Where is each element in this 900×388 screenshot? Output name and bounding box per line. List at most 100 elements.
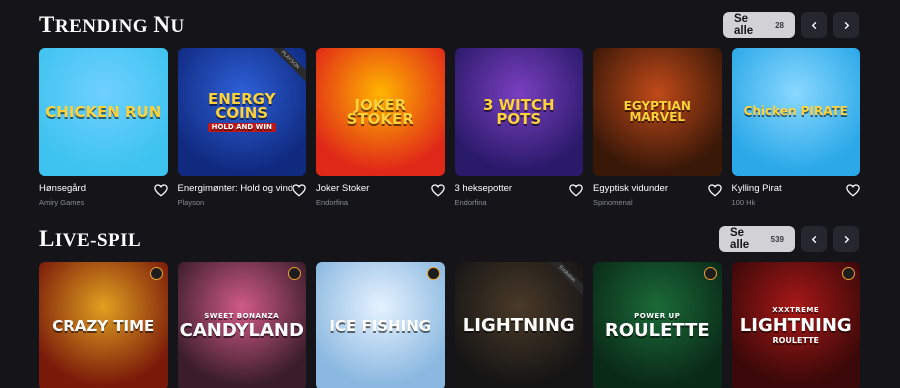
trending-controls: Se alle 28 bbox=[723, 12, 859, 38]
game-card[interactable]: 3 WITCH POTS 3 heksepotter Endorfina bbox=[454, 48, 584, 207]
provider-ribbon: Evolution bbox=[542, 262, 583, 299]
chevron-right-icon bbox=[844, 235, 849, 243]
game-name[interactable]: Egyptisk vidunder bbox=[593, 183, 708, 194]
game-meta: Joker Stoker Endorfina bbox=[316, 183, 445, 207]
heart-icon[interactable] bbox=[292, 184, 306, 197]
live-row: CRAZY TIME SWEET BONANZA CANDYLAND ICE FISH… bbox=[39, 262, 860, 388]
trending-header: TRENDING NU Se alle 28 bbox=[39, 11, 859, 39]
game-thumbnail[interactable]: ENERGY COINS HOLD AND WIN PLAYSON bbox=[177, 48, 307, 176]
game-thumbnail[interactable]: POWER UP ROULETTE bbox=[593, 262, 722, 388]
heart-icon[interactable] bbox=[153, 184, 168, 197]
provider-badge-icon bbox=[426, 267, 440, 280]
provider-badge-icon bbox=[149, 267, 163, 280]
game-art: SWEET BONANZA CANDYLAND bbox=[178, 311, 307, 342]
heart-icon[interactable] bbox=[430, 184, 445, 197]
game-card[interactable]: SWEET BONANZA CANDYLAND bbox=[177, 262, 307, 388]
game-name[interactable]: 3 heksepotter bbox=[455, 183, 570, 194]
game-art-subtitle: POWER UP bbox=[634, 311, 681, 320]
game-text: Joker Stoker Endorfina bbox=[316, 183, 431, 207]
game-card[interactable]: LIGHTNING Evolution bbox=[454, 262, 583, 388]
trending-see-all-button[interactable]: Se alle 28 bbox=[723, 12, 795, 38]
game-text: Energimønter: Hold og vind Playson bbox=[178, 183, 293, 207]
game-thumbnail[interactable]: 3 WITCH POTS bbox=[454, 48, 584, 176]
game-card[interactable]: CHICKEN RUN Hønsegård Amiry Games bbox=[39, 48, 168, 207]
game-art-title: LIGHTNING bbox=[739, 314, 852, 336]
game-thumbnail[interactable]: EGYPTIAN MARVEL bbox=[593, 48, 722, 176]
game-art: CHICKEN RUN bbox=[39, 102, 167, 121]
provider-badge-icon bbox=[842, 267, 855, 280]
see-all-label: Se alle bbox=[730, 227, 750, 251]
game-card[interactable]: CRAZY TIME bbox=[39, 262, 168, 388]
game-text: Kylling Pirat 100 Hk bbox=[732, 183, 847, 207]
game-art: ENERGY COINS HOLD AND WIN bbox=[178, 89, 307, 133]
game-card[interactable]: ICE FISHING bbox=[316, 262, 445, 388]
game-card[interactable]: POWER UP ROULETTE bbox=[593, 262, 722, 388]
trending-next-button[interactable] bbox=[833, 12, 859, 38]
trending-prev-button[interactable] bbox=[801, 12, 827, 38]
live-header: LIVE-SPIL Se alle 539 bbox=[39, 225, 859, 253]
game-art: POWER UP ROULETTE bbox=[599, 311, 716, 342]
game-art-title: CRAZY TIME bbox=[52, 316, 155, 335]
game-meta: Kylling Pirat 100 Hk bbox=[732, 183, 861, 207]
game-art-subtitle: SWEET BONANZA bbox=[204, 311, 280, 320]
game-art-subtitle: HOLD AND WIN bbox=[207, 123, 276, 133]
game-thumbnail[interactable]: Chicken PIRATE bbox=[731, 48, 860, 176]
game-thumbnail[interactable]: CHICKEN RUN bbox=[39, 48, 168, 176]
see-all-label: Se alle bbox=[734, 13, 754, 37]
game-name[interactable]: Kylling Pirat bbox=[732, 183, 847, 194]
game-art-title: Chicken PIRATE bbox=[743, 104, 848, 119]
live-next-button[interactable] bbox=[833, 226, 859, 252]
game-art-title: ROULETTE bbox=[604, 320, 710, 342]
game-text: 3 heksepotter Endorfina bbox=[455, 183, 570, 207]
live-prev-button[interactable] bbox=[801, 226, 827, 252]
game-card[interactable]: JOKER STOKER Joker Stoker Endorfina bbox=[316, 48, 445, 207]
trending-title: TRENDING NU bbox=[39, 12, 185, 37]
game-thumbnail[interactable]: SWEET BONANZA CANDYLAND bbox=[177, 262, 307, 388]
game-card[interactable]: XXXTREME LIGHTNING ROULETTE bbox=[731, 262, 860, 388]
heart-icon[interactable] bbox=[846, 184, 860, 197]
game-art: JOKER STOKER bbox=[316, 95, 445, 128]
game-art-title: CANDYLAND bbox=[179, 320, 304, 342]
game-card[interactable]: ENERGY COINS HOLD AND WIN PLAYSON Energimøn… bbox=[177, 48, 307, 207]
game-art: ICE FISHING bbox=[323, 318, 437, 333]
game-name[interactable]: Energimønter: Hold og vind bbox=[178, 183, 293, 194]
game-art-subtitle-2: ROULETTE bbox=[772, 336, 820, 346]
game-art: CRAZY TIME bbox=[46, 316, 160, 335]
game-thumbnail[interactable]: CRAZY TIME bbox=[39, 262, 168, 388]
game-art-title: JOKER STOKER bbox=[346, 95, 414, 128]
chevron-left-icon bbox=[811, 21, 816, 29]
game-provider: Endorfina bbox=[316, 198, 349, 207]
game-meta: Energimønter: Hold og vind Playson bbox=[178, 183, 307, 207]
heart-icon[interactable] bbox=[569, 184, 583, 197]
game-thumbnail[interactable]: XXXTREME LIGHTNING ROULETTE bbox=[731, 262, 860, 388]
game-art-title: 3 WITCH POTS bbox=[482, 95, 555, 128]
game-card[interactable]: Chicken PIRATE Kylling Pirat 100 Hk bbox=[731, 48, 861, 207]
game-art-title: CHICKEN RUN bbox=[45, 102, 162, 121]
game-thumbnail[interactable]: LIGHTNING Evolution bbox=[454, 262, 583, 388]
chevron-right-icon bbox=[844, 21, 849, 29]
game-provider: Amiry Games bbox=[39, 198, 85, 207]
game-provider: 100 Hk bbox=[731, 198, 756, 207]
game-art: Chicken PIRATE bbox=[738, 104, 854, 119]
live-see-all-button[interactable]: Se alle 539 bbox=[719, 226, 795, 252]
game-art-title: ENERGY COINS bbox=[208, 89, 276, 123]
see-all-count: 28 bbox=[775, 20, 784, 30]
game-art: XXXTREME LIGHTNING ROULETTE bbox=[734, 307, 858, 344]
game-thumbnail[interactable]: JOKER STOKER bbox=[316, 48, 445, 176]
game-art: LIGHTNING bbox=[457, 315, 581, 337]
game-name[interactable]: Hønsegård bbox=[39, 183, 154, 194]
game-art: 3 WITCH POTS bbox=[455, 95, 584, 128]
heart-icon[interactable] bbox=[707, 184, 722, 197]
game-art-title: LIGHTNING bbox=[462, 315, 575, 337]
game-meta: Egyptisk vidunder Spinomenal bbox=[593, 183, 722, 207]
game-meta: Hønsegård Amiry Games bbox=[39, 183, 168, 207]
trending-row: CHICKEN RUN Hønsegård Amiry Games ENERGY CO… bbox=[39, 48, 860, 207]
game-art-subtitle: XXXTREME bbox=[772, 306, 820, 315]
provider-ribbon: PLAYSON bbox=[265, 48, 306, 85]
game-name[interactable]: Joker Stoker bbox=[316, 183, 431, 194]
live-title: LIVE-SPIL bbox=[39, 226, 142, 251]
game-thumbnail[interactable]: ICE FISHING bbox=[316, 262, 445, 388]
game-text: Hønsegård Amiry Games bbox=[39, 183, 154, 207]
live-controls: Se alle 539 bbox=[719, 226, 859, 252]
game-card[interactable]: EGYPTIAN MARVEL Egyptisk vidunder Spinomen… bbox=[593, 48, 722, 207]
